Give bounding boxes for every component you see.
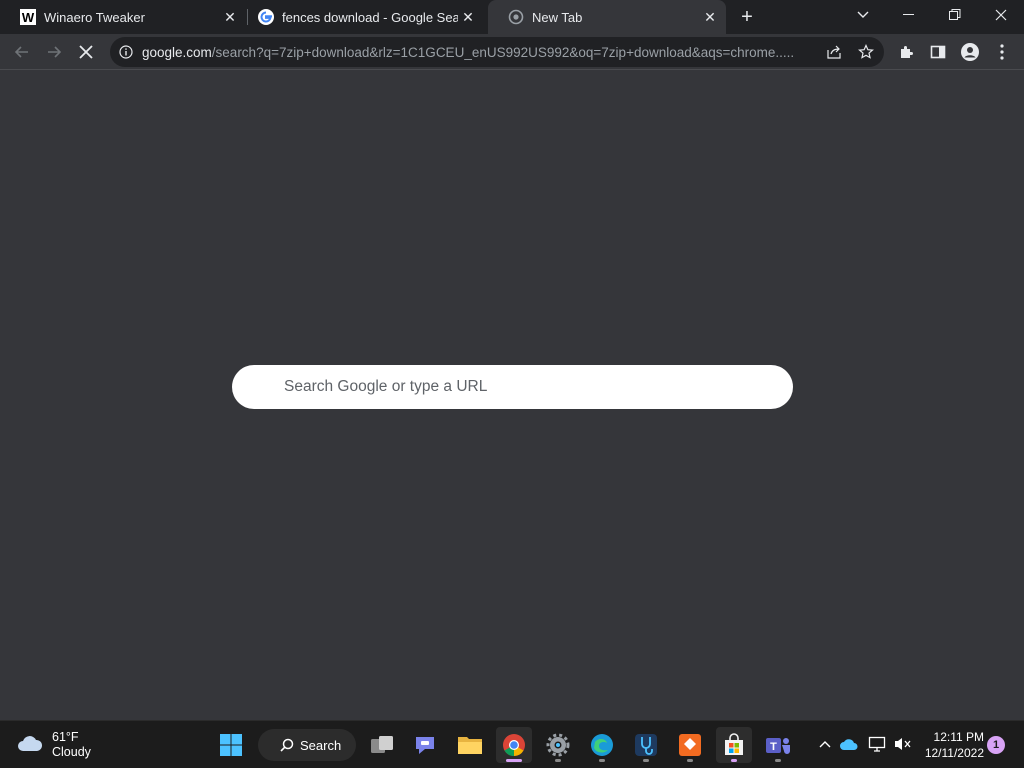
clock-date: 12/11/2022 xyxy=(924,746,984,760)
running-indicator xyxy=(506,759,522,762)
weather-desc: Cloudy xyxy=(52,745,91,759)
teams-chat-icon[interactable] xyxy=(407,727,443,763)
cloud-icon xyxy=(16,733,44,758)
tab-winaero-tweaker[interactable]: W Winaero Tweaker ✕ xyxy=(0,0,246,34)
browser-toolbar: google.com/search?q=7zip+download&rlz=1C… xyxy=(0,34,1024,94)
running-indicator xyxy=(643,759,649,762)
side-panel-icon[interactable] xyxy=(924,38,952,66)
volume-muted-icon[interactable] xyxy=(891,733,913,755)
tab-new-tab[interactable]: New Tab ✕ xyxy=(488,0,726,34)
new-tab-search-input[interactable] xyxy=(284,378,764,396)
running-indicator xyxy=(687,759,693,762)
restore-icon[interactable] xyxy=(932,0,978,30)
weather-widget[interactable]: 61°F Cloudy xyxy=(16,729,91,761)
profile-avatar-icon[interactable] xyxy=(956,38,984,66)
clock-time: 12:11 PM xyxy=(933,730,984,744)
tab-close-icon[interactable]: ✕ xyxy=(458,7,478,27)
back-icon[interactable] xyxy=(8,38,36,66)
url-text[interactable]: google.com/search?q=7zip+download&rlz=1C… xyxy=(142,45,818,60)
address-bar[interactable]: google.com/search?q=7zip+download&rlz=1C… xyxy=(110,37,884,67)
weather-temp: 61°F xyxy=(52,730,79,744)
chrome-taskbar-icon[interactable] xyxy=(496,727,532,763)
running-indicator xyxy=(731,759,737,762)
minimize-icon[interactable] xyxy=(886,0,932,30)
tab-search-icon[interactable] xyxy=(840,0,886,30)
onedrive-cloud-icon[interactable] xyxy=(838,733,860,755)
network-icon[interactable] xyxy=(866,733,888,755)
search-icon xyxy=(280,738,294,752)
teams-icon[interactable]: T xyxy=(760,727,796,763)
stop-loading-icon[interactable] xyxy=(72,38,100,66)
tab-title: Winaero Tweaker xyxy=(44,9,145,25)
stethoscope-app-icon[interactable] xyxy=(628,727,664,763)
browser-window: W Winaero Tweaker ✕ fences download - Go… xyxy=(0,0,1024,768)
tab-fences-download[interactable]: fences download - Google Search ✕ xyxy=(238,0,486,34)
orange-app-icon[interactable] xyxy=(672,727,708,763)
tray-overflow-chevron-icon[interactable] xyxy=(814,733,836,755)
tab-title: New Tab xyxy=(532,9,583,25)
task-view-icon[interactable] xyxy=(364,727,400,763)
url-host: google.com xyxy=(142,44,212,60)
bookmark-star-icon[interactable] xyxy=(854,40,878,64)
settings-gear-icon[interactable] xyxy=(540,727,576,763)
tab-strip: W Winaero Tweaker ✕ fences download - Go… xyxy=(0,0,1024,34)
new-tab-search-box[interactable] xyxy=(232,365,793,409)
notification-badge[interactable]: 1 xyxy=(987,736,1005,754)
svg-text:T: T xyxy=(770,741,777,753)
running-indicator xyxy=(599,759,605,762)
site-info-icon[interactable] xyxy=(118,44,134,60)
taskbar-search-button[interactable]: Search xyxy=(258,729,356,761)
forward-icon[interactable] xyxy=(40,38,68,66)
extensions-icon[interactable] xyxy=(892,38,920,66)
system-clock[interactable]: 12:11 PM 12/11/2022 xyxy=(918,729,984,761)
tab-close-icon[interactable]: ✕ xyxy=(700,7,720,27)
share-icon[interactable] xyxy=(822,40,846,64)
running-indicator xyxy=(775,759,781,762)
taskbar-search-label: Search xyxy=(300,737,342,753)
more-menu-icon[interactable] xyxy=(988,38,1016,66)
tab-title: fences download - Google Search xyxy=(282,9,458,25)
close-icon[interactable] xyxy=(978,0,1024,30)
new-tab-button[interactable]: + xyxy=(736,6,758,28)
file-explorer-icon[interactable] xyxy=(452,727,488,763)
edge-browser-icon[interactable] xyxy=(584,727,620,763)
microsoft-store-icon[interactable] xyxy=(716,727,752,763)
start-windows-icon[interactable] xyxy=(213,727,249,763)
winaero-w-icon: W xyxy=(20,9,36,25)
windows-taskbar: 61°F Cloudy Search T 12:11 PM 12/11/2022… xyxy=(0,720,1024,768)
url-path: /search?q=7zip+download&rlz=1C1GCEU_enUS… xyxy=(211,44,795,60)
new-tab-page xyxy=(0,71,1024,720)
running-indicator xyxy=(555,759,561,762)
chrome-newtab-icon xyxy=(508,9,524,25)
tab-close-icon[interactable]: ✕ xyxy=(220,7,240,27)
google-g-icon xyxy=(258,9,274,25)
svg-text:W: W xyxy=(22,10,35,25)
